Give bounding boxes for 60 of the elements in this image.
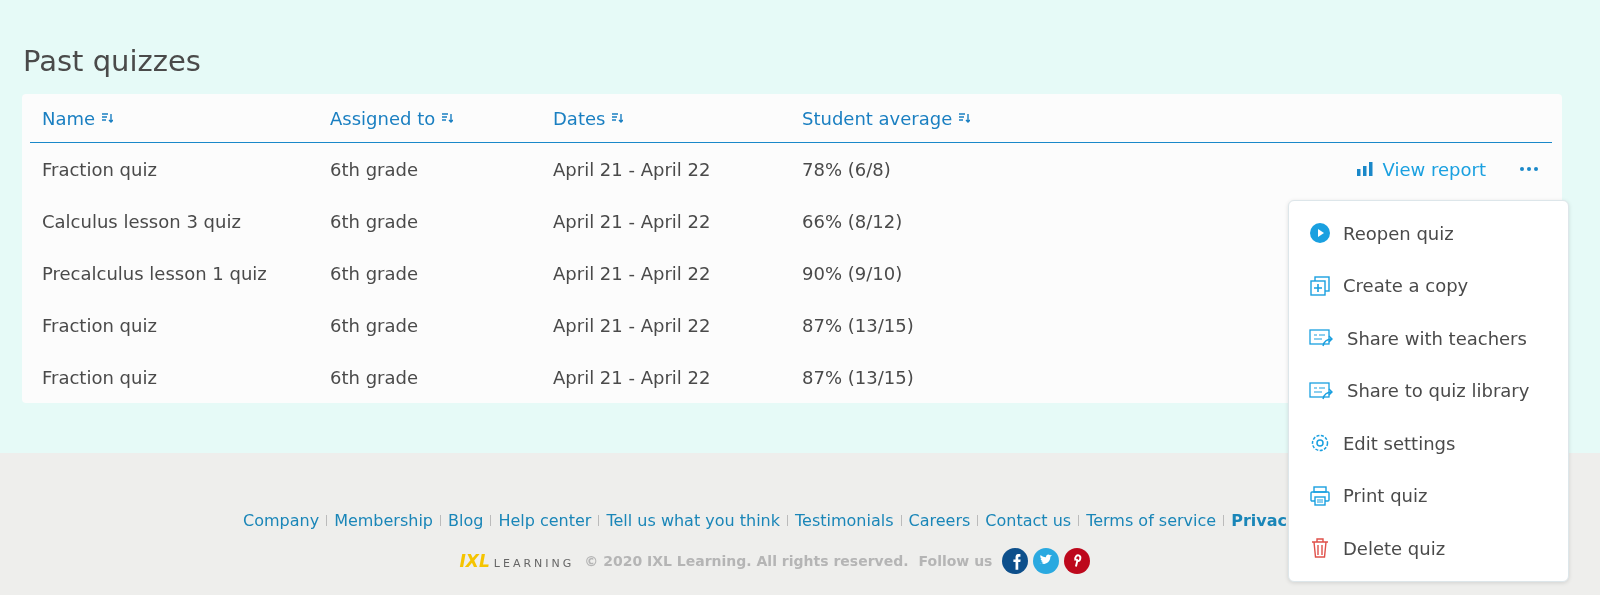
footer-link[interactable]: Blog	[448, 511, 484, 530]
footer-link[interactable]: Testimonials	[795, 511, 894, 530]
sort-icon	[958, 112, 971, 124]
sort-icon	[441, 112, 454, 124]
footer-link[interactable]: Company	[243, 511, 320, 530]
table-cell-text: 6th grade	[330, 314, 419, 336]
page-title: Past quizzes	[23, 44, 202, 78]
trash-icon	[1309, 537, 1331, 560]
menu-item[interactable]: Print quiz	[1289, 469, 1568, 522]
table-cell-text: 66% (8/12)	[802, 210, 904, 232]
table-cell-text: April 21 - April 22	[553, 366, 712, 388]
table-cell-text: Fraction quiz	[42, 158, 158, 180]
column-header[interactable]: Assigned to	[330, 107, 454, 129]
pin-icon[interactable]	[1064, 548, 1091, 574]
table-cell-text: 6th grade	[330, 366, 419, 388]
footer-link[interactable]: Membership	[334, 511, 433, 530]
play-icon	[1309, 222, 1331, 245]
menu-item[interactable]: Edit settings	[1289, 417, 1568, 470]
bar-chart-icon	[1356, 162, 1373, 176]
menu-item[interactable]: Share with teachers	[1289, 312, 1568, 365]
table-cell-text: 90% (9/10)	[802, 262, 904, 284]
table-cell-text: April 21 - April 22	[553, 262, 712, 284]
menu-item[interactable]: Reopen quiz	[1289, 207, 1568, 260]
footer-link[interactable]: Terms of service	[1086, 511, 1217, 530]
table-cell-text: Fraction quiz	[42, 366, 158, 388]
table-cell-text: Precalculus lesson 1 quiz	[42, 262, 268, 284]
footer-link[interactable]: Contact us	[985, 511, 1072, 530]
menu-item[interactable]: Share to quiz library	[1289, 364, 1568, 417]
printer-icon	[1309, 484, 1331, 507]
sort-icon	[611, 112, 624, 124]
more-icon	[1520, 167, 1538, 171]
menu-item[interactable]: Create a copy	[1289, 259, 1568, 312]
menu-item[interactable]: Delete quiz	[1289, 522, 1568, 575]
table-cell-text: 78% (6/8)	[802, 158, 892, 180]
footer-link[interactable]: Tell us what you think	[606, 511, 780, 530]
column-header[interactable]: Student average	[802, 107, 971, 129]
table-cell-text: Fraction quiz	[42, 314, 158, 336]
copy-icon	[1309, 274, 1331, 297]
footer-link[interactable]: Help center	[498, 511, 592, 530]
table-cell-text: April 21 - April 22	[553, 314, 712, 336]
sort-icon	[101, 112, 114, 124]
table-cell-text: 6th grade	[330, 158, 419, 180]
footer-link[interactable]: Privac	[1231, 511, 1287, 530]
table-cell-text: 87% (13/15)	[802, 366, 915, 388]
logo: IXL LEARNING	[459, 551, 575, 571]
footer-link[interactable]: Careers	[908, 511, 971, 530]
table-cell-text: April 21 - April 22	[553, 210, 712, 232]
column-header[interactable]: Dates	[553, 107, 624, 129]
share-icon	[1309, 328, 1335, 349]
facebook-icon[interactable]	[1002, 548, 1029, 574]
table-cell-text: 87% (13/15)	[802, 314, 915, 336]
table-cell-text: 6th grade	[330, 262, 419, 284]
table-cell-text: 6th grade	[330, 210, 419, 232]
table-cell-text: April 21 - April 22	[553, 158, 712, 180]
share-icon	[1309, 380, 1335, 401]
column-header[interactable]: Name	[42, 107, 114, 129]
copyright-text: © 2020 IXL Learning. All rights reserved.	[584, 553, 909, 569]
table-cell-text: Calculus lesson 3 quiz	[42, 210, 242, 232]
view-report-link[interactable]: View report	[1356, 158, 1486, 180]
follow-text: Follow us	[918, 553, 993, 569]
